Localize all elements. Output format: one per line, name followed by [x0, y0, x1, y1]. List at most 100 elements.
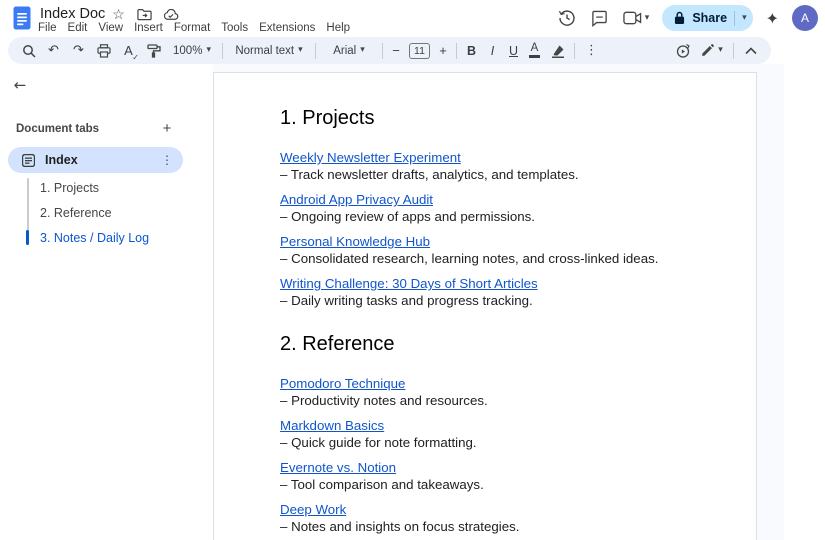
- tab-child-reference[interactable]: 2. Reference: [40, 206, 112, 220]
- add-tab-button[interactable]: +: [158, 120, 176, 137]
- print-button[interactable]: [91, 39, 116, 63]
- tab-label: Index: [45, 153, 151, 167]
- font-caret-icon: ▾: [360, 46, 365, 55]
- close-tabs-panel-button[interactable]: ←: [9, 74, 31, 96]
- hide-menus-button[interactable]: [738, 39, 763, 63]
- document-page[interactable]: 1. Projects Weekly Newsletter Experiment…: [213, 72, 757, 540]
- menu-help[interactable]: Help: [326, 22, 350, 34]
- menu-tools[interactable]: Tools: [221, 22, 248, 34]
- paint-format-button[interactable]: [141, 39, 166, 63]
- doc-entry: Deep Work – Notes and insights on focus …: [280, 501, 692, 535]
- doc-link[interactable]: Deep Work: [280, 501, 346, 518]
- doc-description: – Quick guide for note formatting.: [280, 434, 692, 451]
- paragraph-styles-select[interactable]: Normal text ▾: [227, 45, 311, 57]
- version-history-icon[interactable]: [557, 8, 577, 28]
- doc-entry: Weekly Newsletter Experiment – Track new…: [280, 149, 692, 183]
- more-options-button[interactable]: ⋮: [579, 39, 604, 63]
- doc-link[interactable]: Evernote vs. Notion: [280, 459, 396, 476]
- doc-link[interactable]: Personal Knowledge Hub: [280, 233, 430, 250]
- menu-edit[interactable]: Edit: [68, 22, 88, 34]
- toolbar-divider: [315, 43, 316, 59]
- zoom-select[interactable]: 100% ▾: [166, 45, 218, 57]
- menu-extensions[interactable]: Extensions: [259, 22, 315, 34]
- meet-caret-icon: ▾: [645, 14, 650, 23]
- menu-file[interactable]: File: [38, 22, 57, 34]
- zoom-caret-icon: ▾: [206, 46, 211, 55]
- doc-entry: Pomodoro Technique – Productivity notes …: [280, 375, 692, 409]
- doc-entry: Markdown Basics – Quick guide for note f…: [280, 417, 692, 451]
- menu-view[interactable]: View: [98, 22, 123, 34]
- undo-button[interactable]: ↶: [41, 39, 66, 63]
- styles-caret-icon: ▾: [298, 46, 303, 55]
- spellcheck-button[interactable]: A ✓: [116, 39, 141, 63]
- text-color-button[interactable]: A: [524, 43, 545, 59]
- doc-description: – Daily writing tasks and progress track…: [280, 292, 692, 309]
- tabs-header-label: Document tabs: [16, 123, 99, 135]
- toolbar: ↶ ↷ A ✓ 100% ▾ Normal text ▾: [8, 37, 771, 64]
- spellcheck-check-icon: ✓: [132, 53, 139, 62]
- doc-link[interactable]: Android App Privacy Audit: [280, 191, 433, 208]
- comments-icon[interactable]: [590, 8, 610, 28]
- toolbar-divider: [222, 43, 223, 59]
- share-divider: [734, 11, 735, 26]
- account-avatar[interactable]: A: [792, 5, 818, 31]
- editing-mode-button[interactable]: ▾: [695, 44, 729, 57]
- move-folder-icon[interactable]: [136, 6, 153, 23]
- google-docs-app: Index Doc ☆ File Edit View Insert Format: [0, 0, 825, 540]
- toolbar-divider: [574, 43, 575, 59]
- titlebar: Index Doc ☆ File Edit View Insert Format: [0, 0, 825, 37]
- doc-entry: Personal Knowledge Hub – Consolidated re…: [280, 233, 692, 267]
- underline-button[interactable]: U: [503, 39, 524, 63]
- doc-description: – Productivity notes and resources.: [280, 392, 692, 409]
- doc-entry: Writing Challenge: 30 Days of Short Arti…: [280, 275, 692, 309]
- star-icon[interactable]: ☆: [110, 6, 127, 23]
- font-size-decrease-button[interactable]: −: [387, 39, 405, 63]
- redo-button[interactable]: ↷: [66, 39, 91, 63]
- document-tabs-panel: ← Document tabs + Index ⋮ 1. Projects 2.…: [0, 64, 213, 540]
- side-panel: 31: [784, 40, 825, 540]
- pencil-icon: [701, 44, 714, 57]
- doc-link[interactable]: Markdown Basics: [280, 417, 384, 434]
- search-menus-icon[interactable]: [16, 39, 41, 63]
- editing-mode-caret-icon: ▾: [718, 46, 723, 55]
- meet-video-button[interactable]: ▾: [623, 11, 650, 25]
- highlight-color-button[interactable]: [545, 39, 570, 63]
- tab-document-icon: [22, 154, 35, 167]
- doc-description: – Tool comparison and takeaways.: [280, 476, 692, 493]
- italic-button[interactable]: I: [482, 39, 503, 63]
- share-button[interactable]: Share ▾: [662, 5, 752, 31]
- document-title[interactable]: Index Doc: [40, 6, 105, 22]
- tab-child-notes-daily-log[interactable]: 3. Notes / Daily Log: [40, 231, 149, 245]
- cloud-status-icon[interactable]: [162, 6, 179, 23]
- tab-child-projects[interactable]: 1. Projects: [40, 181, 99, 195]
- tab-item-index[interactable]: Index ⋮: [8, 147, 183, 173]
- tab-options-button[interactable]: ⋮: [161, 153, 173, 167]
- doc-link[interactable]: Pomodoro Technique: [280, 375, 405, 392]
- toolbar-divider: [733, 43, 734, 59]
- doc-link[interactable]: Writing Challenge: 30 Days of Short Arti…: [280, 275, 538, 292]
- toolbar-divider: [456, 43, 457, 59]
- doc-heading-projects: 1. Projects: [280, 105, 692, 131]
- doc-heading-reference: 2. Reference: [280, 331, 692, 357]
- docs-logo-icon[interactable]: [13, 6, 31, 30]
- text-color-swatch: [529, 55, 540, 58]
- lock-icon: [674, 11, 685, 25]
- menu-format[interactable]: Format: [174, 22, 210, 34]
- share-caret-icon[interactable]: ▾: [742, 14, 747, 23]
- font-size-input[interactable]: 11: [409, 43, 430, 59]
- gemini-sparkle-icon[interactable]: ✦: [766, 9, 779, 28]
- doc-link[interactable]: Weekly Newsletter Experiment: [280, 149, 461, 166]
- doc-description: – Ongoing review of apps and permissions…: [280, 208, 692, 225]
- doc-entry: Android App Privacy Audit – Ongoing revi…: [280, 191, 692, 225]
- bold-button[interactable]: B: [461, 39, 482, 63]
- activity-timer-icon[interactable]: [670, 39, 695, 63]
- active-tab-indicator: [26, 230, 29, 245]
- menubar: File Edit View Insert Format Tools Exten…: [38, 22, 350, 34]
- doc-description: – Notes and insights on focus strategies…: [280, 518, 692, 535]
- doc-description: – Consolidated research, learning notes,…: [280, 250, 692, 267]
- menu-insert[interactable]: Insert: [134, 22, 163, 34]
- font-family-select[interactable]: Arial ▾: [320, 45, 378, 57]
- doc-entry: Evernote vs. Notion – Tool comparison an…: [280, 459, 692, 493]
- toolbar-divider: [382, 43, 383, 59]
- font-size-increase-button[interactable]: +: [434, 39, 452, 63]
